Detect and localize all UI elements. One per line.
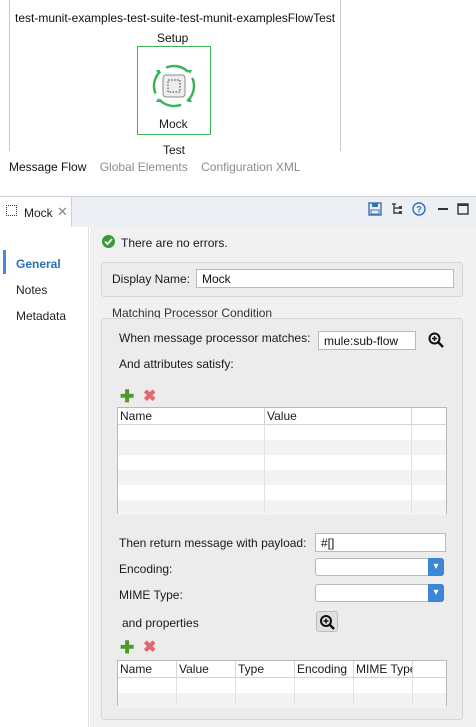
close-icon[interactable]: ✕ <box>57 204 68 220</box>
setup-label: Setup <box>157 31 189 45</box>
svg-text:?: ? <box>416 205 422 215</box>
attributes-table[interactable]: Name Value <box>117 407 447 515</box>
attributes-label: And attributes satisfy: <box>119 357 234 371</box>
chevron-down-icon[interactable]: ▾ <box>428 584 444 602</box>
tree-icon[interactable] <box>390 202 404 216</box>
chevron-down-icon[interactable]: ▾ <box>428 558 444 576</box>
properties-sidebar <box>0 227 89 727</box>
mock-processor-icon <box>152 64 196 108</box>
tab-global-elements[interactable]: Global Elements <box>100 160 188 174</box>
help-icon[interactable]: ? <box>412 202 426 216</box>
encoding-select[interactable]: ▾ <box>315 558 444 576</box>
encoding-label: Encoding: <box>119 562 173 576</box>
properties-search-button[interactable] <box>316 611 338 632</box>
column-header-value[interactable]: Value <box>265 408 412 425</box>
delete-property-icon[interactable]: ✖ <box>143 640 156 656</box>
mime-type-select[interactable]: ▾ <box>315 584 444 602</box>
flow-title: test-munit-examples-test-suite-test-muni… <box>15 11 336 25</box>
search-icon <box>320 615 335 630</box>
table-row[interactable] <box>118 440 446 455</box>
delete-attribute-icon[interactable]: ✖ <box>143 389 156 405</box>
mime-type-label: MIME Type: <box>119 588 183 602</box>
payload-input[interactable] <box>315 533 446 552</box>
properties-tab-label: Mock <box>24 206 53 220</box>
test-label: Test <box>163 143 186 157</box>
save-icon[interactable] <box>368 202 382 216</box>
column-header-type[interactable]: Type <box>236 661 295 678</box>
column-header-mime-type[interactable]: MIME Type <box>354 661 413 678</box>
mock-icon <box>6 205 17 216</box>
column-header-name[interactable]: Name <box>118 661 177 678</box>
check-icon <box>102 235 115 248</box>
minimize-icon[interactable] <box>436 202 450 216</box>
search-icon[interactable] <box>428 332 444 348</box>
status-message: There are no errors. <box>121 236 228 250</box>
when-matches-label: When message processor matches: <box>119 331 311 345</box>
and-properties-label: and properties <box>122 616 199 630</box>
add-attribute-icon[interactable]: ✚ <box>120 388 134 405</box>
payload-label: Then return message with payload: <box>119 536 307 550</box>
column-header-value[interactable]: Value <box>177 661 236 678</box>
sidebar-item-notes[interactable]: Notes <box>16 283 47 297</box>
display-name-input[interactable] <box>196 269 454 288</box>
properties-table[interactable]: Name Value Type Encoding MIME Type <box>117 660 447 708</box>
table-row[interactable] <box>118 500 446 515</box>
sidebar-selection-marker <box>3 250 6 274</box>
tab-message-flow[interactable]: Message Flow <box>9 160 86 174</box>
table-row[interactable] <box>118 470 446 485</box>
mock-label: Mock <box>159 117 188 131</box>
display-name-label: Display Name: <box>112 272 191 286</box>
column-header-empty <box>412 408 446 425</box>
maximize-icon[interactable] <box>456 202 470 216</box>
column-header-name[interactable]: Name <box>118 408 265 425</box>
add-property-icon[interactable]: ✚ <box>120 639 134 656</box>
tab-configuration-xml[interactable]: Configuration XML <box>201 160 300 174</box>
view-tabs: Message Flow Global Elements Configurati… <box>9 160 311 174</box>
processor-match-input[interactable] <box>318 331 416 350</box>
column-header-encoding[interactable]: Encoding <box>295 661 354 678</box>
column-header-empty <box>413 661 446 678</box>
sidebar-item-metadata[interactable]: Metadata <box>16 309 66 323</box>
sidebar-item-general[interactable]: General <box>16 257 61 271</box>
table-row[interactable] <box>118 693 446 708</box>
